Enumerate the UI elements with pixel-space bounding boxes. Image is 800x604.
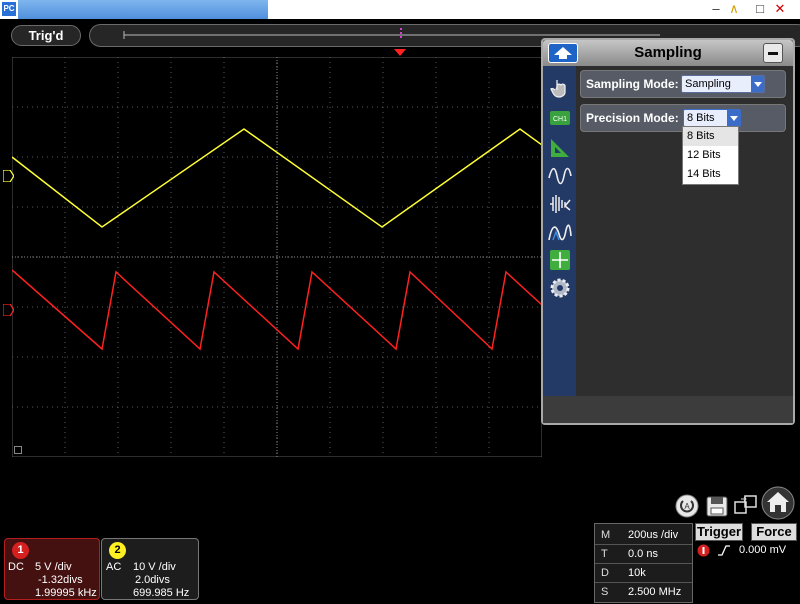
divider	[595, 563, 692, 564]
switch-window-icon[interactable]	[733, 493, 759, 519]
rising-edge-icon	[718, 545, 730, 556]
ch1-frequency: 1.99995 kHz	[35, 587, 97, 599]
maximize-icon[interactable]: □	[752, 1, 768, 17]
precision-mode-dropdown: 8 Bits 12 Bits 14 Bits	[682, 126, 739, 185]
grid-corner-icon	[14, 446, 22, 454]
depth-key: D	[601, 567, 609, 579]
trigger-level-readout[interactable]: 0.000 mV	[697, 543, 797, 559]
crosshair-icon[interactable]	[548, 248, 572, 272]
panel-up-button[interactable]	[548, 43, 578, 63]
taskbar-strip	[18, 0, 268, 19]
hand-icon[interactable]	[548, 76, 572, 100]
math-wave-icon[interactable]	[548, 220, 572, 244]
panel-sidebar: CH1	[543, 66, 576, 396]
ch2-frequency: 699.985 Hz	[133, 587, 190, 599]
panel-content: Sampling Mode: Sampling Precision Mode: …	[576, 66, 793, 396]
sampling-mode-row: Sampling Mode: Sampling	[580, 70, 786, 98]
app-icon: PC	[2, 2, 16, 16]
sampling-mode-label: Sampling Mode:	[586, 77, 679, 91]
precision-option[interactable]: 8 Bits	[683, 127, 738, 146]
divider	[595, 582, 692, 583]
ch2-offset: 2.0divs	[135, 574, 170, 586]
ruler-icon[interactable]	[548, 136, 572, 160]
fft-icon[interactable]	[548, 192, 572, 216]
ch1-status-box[interactable]: 1 DC 5 V /div -1.32divs 1.99995 kHz	[4, 538, 100, 600]
trigger-marker-icon[interactable]	[394, 49, 406, 57]
trigger-time-value: 0.0 ns	[628, 548, 658, 560]
ch1-coupling: DC	[8, 561, 24, 573]
autoset-icon[interactable]: A	[674, 493, 700, 519]
sampling-mode-select[interactable]: Sampling	[681, 75, 765, 93]
ch1-level-marker-icon[interactable]	[3, 170, 14, 182]
panel-title: Sampling	[634, 44, 702, 61]
timebase-value: 200us /div	[628, 529, 679, 541]
ch2-coupling: AC	[106, 561, 122, 573]
save-icon[interactable]	[704, 493, 730, 519]
precision-mode-select[interactable]: 8 Bits	[683, 109, 741, 127]
ch2-status-box[interactable]: 2 AC 10 V /div 2.0divs 699.985 Hz	[101, 538, 199, 600]
arrow-up-icon	[554, 47, 572, 59]
waveform-icon[interactable]	[548, 164, 572, 188]
close-window-icon[interactable]: ✕	[772, 1, 788, 17]
ch2-badge: 2	[109, 542, 126, 559]
ch1-offset: -1.32divs	[38, 574, 83, 586]
trigger-button[interactable]: Trigger	[695, 523, 743, 541]
sampling-mode-value: Sampling	[685, 78, 731, 90]
force-button[interactable]: Force	[751, 523, 797, 541]
sample-rate-key: S	[601, 586, 609, 598]
ch2-level-marker-icon[interactable]	[3, 304, 14, 316]
waveform-display[interactable]	[12, 57, 542, 457]
precision-mode-label: Precision Mode:	[586, 111, 679, 125]
ch2-volts-div: 10 V /div	[133, 561, 176, 573]
precision-option[interactable]: 12 Bits	[683, 146, 738, 165]
panel-close-button[interactable]	[763, 43, 783, 63]
trigger-status: Trig'd	[11, 25, 81, 46]
sample-rate-value: 2.500 MHz	[628, 586, 682, 598]
chevron-down-icon	[727, 110, 740, 126]
svg-text:CH1: CH1	[553, 116, 567, 123]
ch1-badge: 1	[12, 542, 29, 559]
divider	[595, 544, 692, 545]
panel-footer	[543, 396, 793, 423]
timebase-box[interactable]: M 200us /div T 0.0 ns D 10k S 2.500 MHz	[594, 523, 693, 603]
ch1-volts-div: 5 V /div	[35, 561, 72, 573]
panel-header: Sampling	[543, 40, 793, 66]
precision-option[interactable]: 14 Bits	[683, 165, 738, 184]
timebase-key: M	[601, 529, 611, 541]
sampling-panel: Sampling CH1 Sampling Mode: Sampling Pre…	[541, 38, 795, 425]
gear-icon[interactable]	[548, 276, 572, 300]
trigger-time-key: T	[601, 548, 608, 560]
trigger-level-value: 0.000 mV	[739, 544, 787, 556]
svg-text:A: A	[684, 502, 690, 511]
depth-value: 10k	[628, 567, 646, 579]
window-titlebar: PC – ∧ □ ✕	[0, 0, 800, 19]
minimize-icon[interactable]: –	[708, 1, 724, 17]
home-icon[interactable]	[760, 486, 796, 520]
logo-icon: ∧	[729, 1, 739, 16]
ch1-icon[interactable]: CH1	[548, 106, 572, 130]
chevron-down-icon	[751, 76, 764, 92]
precision-mode-value: 8 Bits	[687, 112, 715, 124]
trigger-source-icon	[697, 544, 710, 557]
